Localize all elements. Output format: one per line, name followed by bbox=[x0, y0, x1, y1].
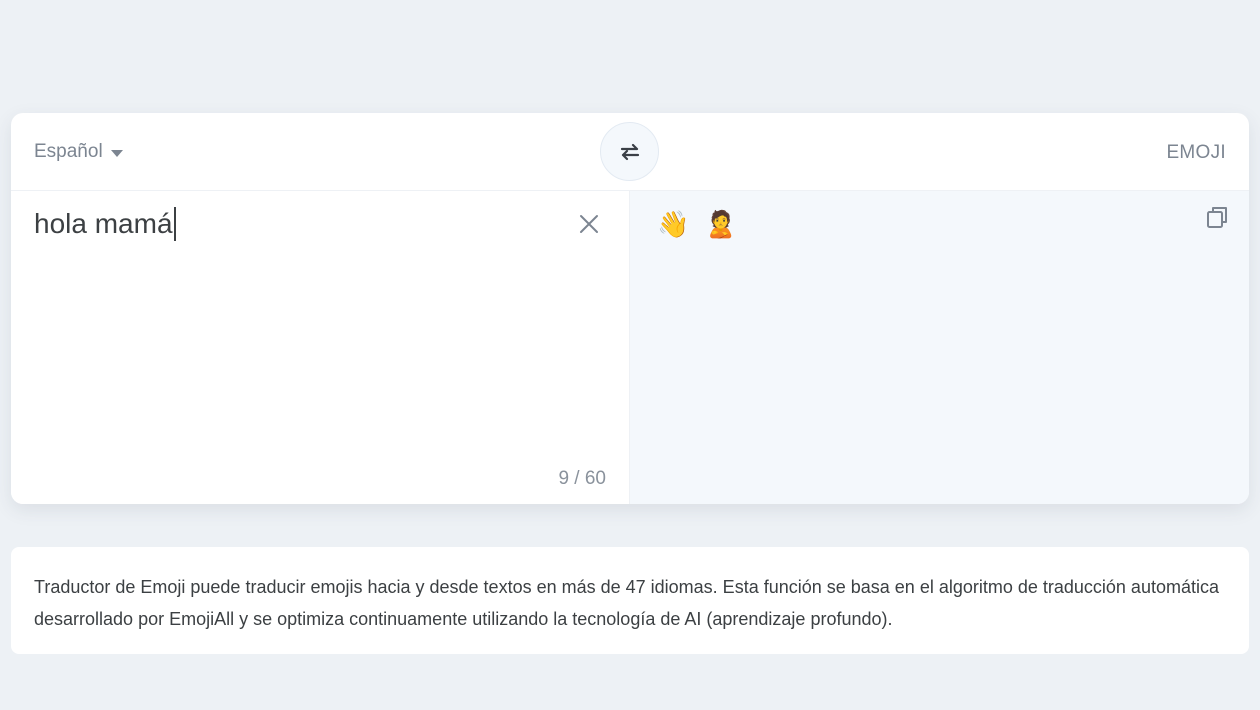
description-text: Traductor de Emoji puede traducir emojis… bbox=[34, 577, 1219, 629]
source-text-value: hola mamá bbox=[34, 208, 173, 239]
copy-output-button[interactable] bbox=[1203, 203, 1231, 231]
target-language-label: EMOJI bbox=[1166, 142, 1226, 163]
caret-down-icon bbox=[110, 149, 123, 157]
source-language-select[interactable]: Español bbox=[34, 141, 123, 163]
text-cursor bbox=[173, 207, 176, 241]
swap-languages-button[interactable] bbox=[600, 122, 659, 181]
translation-panels: hola mamá 9 / 60 👋 🙎 bbox=[11, 191, 1249, 504]
emoji-output: 👋 🙎 bbox=[657, 209, 741, 239]
character-counter: 9 / 60 bbox=[558, 468, 606, 489]
output-panel: 👋 🙎 bbox=[630, 191, 1249, 504]
translator-header: Español EMOJI bbox=[11, 113, 1249, 191]
translator-description: Traductor de Emoji puede traducir emojis… bbox=[11, 547, 1249, 654]
source-language-label: Español bbox=[34, 141, 103, 162]
source-text-input[interactable]: hola mamá bbox=[34, 207, 176, 241]
translator-card: Español EMOJI hola mamá 9 / 60 👋 🙎 bbox=[11, 113, 1249, 504]
copy-icon bbox=[1207, 207, 1227, 228]
close-icon bbox=[580, 215, 598, 233]
clear-input-button[interactable] bbox=[576, 211, 602, 237]
swap-arrows-icon bbox=[620, 143, 639, 160]
input-panel[interactable]: hola mamá 9 / 60 bbox=[11, 191, 630, 504]
